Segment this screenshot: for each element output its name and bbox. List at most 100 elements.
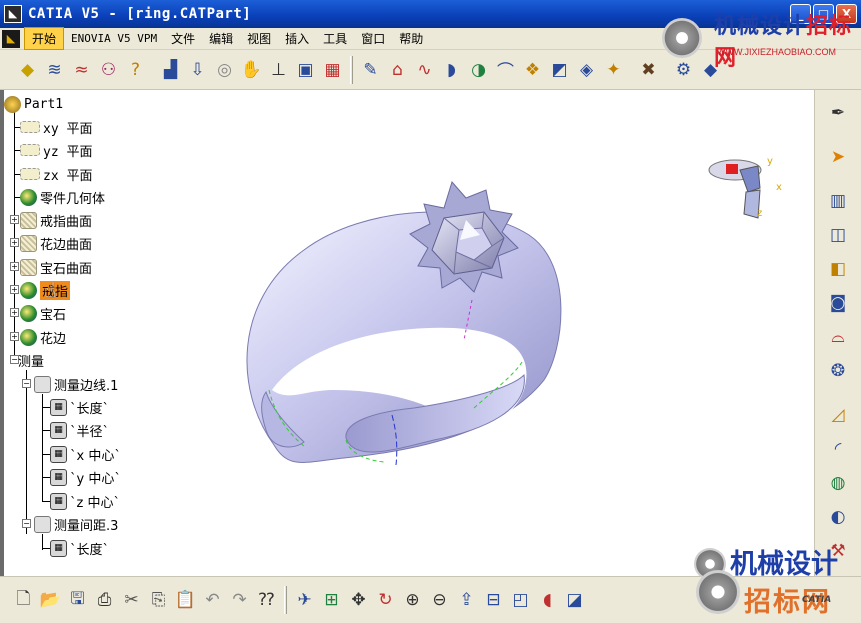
- pan-icon[interactable]: ✥: [346, 586, 371, 614]
- paste-icon[interactable]: 📋: [173, 586, 198, 614]
- tree-item-yz-plane[interactable]: yz 平面: [20, 140, 92, 160]
- render-style-icon[interactable]: ◖: [535, 586, 560, 614]
- merge-tool-icon[interactable]: ⇩: [185, 56, 210, 84]
- undo-icon[interactable]: ↶: [200, 586, 225, 614]
- zoom-out-icon[interactable]: ⊖: [427, 586, 452, 614]
- help-tool-icon[interactable]: ?: [123, 56, 148, 84]
- view-compass[interactable]: y x z: [700, 148, 790, 228]
- menu-window[interactable]: 窗口: [354, 28, 392, 49]
- catia-app-icon[interactable]: ◣: [4, 5, 22, 23]
- tree-item-measure-between[interactable]: 测量间距.3: [34, 514, 118, 534]
- menu-enovia[interactable]: ENOVIA V5 VPM: [64, 30, 164, 47]
- expand-toggle[interactable]: +: [10, 262, 19, 271]
- tree-param-x-center[interactable]: ▦ `x 中心`: [50, 444, 121, 464]
- open-folder-icon[interactable]: 📂: [38, 586, 63, 614]
- sketch-tool-icon[interactable]: ✎: [358, 56, 383, 84]
- shaft-icon[interactable]: ◧: [823, 254, 853, 284]
- body-icon: [20, 188, 37, 206]
- hole-icon[interactable]: ◙: [823, 288, 853, 318]
- normal-view-icon[interactable]: ⇪: [454, 586, 479, 614]
- parameter-icon: ▦: [50, 468, 67, 486]
- document-menu-icon[interactable]: ◣: [2, 29, 20, 48]
- menu-edit[interactable]: 编辑: [202, 28, 240, 49]
- menu-file[interactable]: 文件: [164, 28, 202, 49]
- box-tool-icon[interactable]: ▣: [293, 56, 318, 84]
- rib-icon[interactable]: ⌓: [823, 322, 853, 352]
- save-icon[interactable]: 🖫: [65, 586, 90, 614]
- fill-tool-icon[interactable]: ❖: [520, 56, 545, 84]
- tree-item-gem-surface[interactable]: 宝石曲面: [20, 257, 92, 277]
- tree-param-radius[interactable]: ▦ `半径`: [50, 420, 109, 440]
- offset-tool-icon[interactable]: ◈: [574, 56, 599, 84]
- blend-tool-icon[interactable]: ◩: [547, 56, 572, 84]
- tree-param-y-center[interactable]: ▦ `y 中心`: [50, 467, 121, 487]
- tree-param-between-length[interactable]: ▦ `长度`: [50, 538, 109, 558]
- expand-toggle[interactable]: +: [10, 285, 19, 294]
- shell-icon[interactable]: ◍: [823, 468, 853, 498]
- menu-start[interactable]: 开始: [24, 27, 65, 50]
- tree-param-z-center[interactable]: ▦ `z 中心`: [50, 491, 120, 511]
- tree-item-lace-body[interactable]: 花边: [20, 327, 66, 347]
- fillet-icon[interactable]: ◜: [823, 434, 853, 464]
- structure-tool-icon[interactable]: ▟: [158, 56, 183, 84]
- multi-view-icon[interactable]: ⊟: [481, 586, 506, 614]
- select-arrow-icon[interactable]: ➤: [823, 142, 853, 172]
- collapse-toggle[interactable]: −: [22, 519, 31, 528]
- menu-insert[interactable]: 插入: [278, 28, 316, 49]
- redo-icon[interactable]: ↷: [227, 586, 252, 614]
- fly-mode-icon[interactable]: ✈: [292, 586, 317, 614]
- print-icon[interactable]: ⎙: [92, 586, 117, 614]
- sketcher-icon[interactable]: ✒: [823, 98, 853, 128]
- grid-tool-icon[interactable]: ▦: [320, 56, 345, 84]
- tree-root-part[interactable]: Part1: [4, 94, 63, 114]
- rotate-icon[interactable]: ↻: [373, 586, 398, 614]
- stiffener-icon[interactable]: ❂: [823, 356, 853, 386]
- menu-tools[interactable]: 工具: [316, 28, 354, 49]
- parameter-icon: ▦: [50, 398, 67, 416]
- collapse-toggle[interactable]: −: [22, 379, 31, 388]
- tree-item-part-body[interactable]: 零件几何体: [20, 187, 105, 207]
- extract-tool-icon[interactable]: ✦: [601, 56, 626, 84]
- pad-icon[interactable]: ▥: [823, 186, 853, 216]
- tree-item-xy-plane[interactable]: xy 平面: [20, 117, 92, 137]
- tree-label: 花边曲面: [40, 237, 93, 253]
- thickness-icon[interactable]: ◐: [823, 502, 853, 532]
- draft-icon[interactable]: ◿: [823, 400, 853, 430]
- tree-item-ring-surface[interactable]: 戒指曲面: [20, 210, 92, 230]
- transform-tool-icon[interactable]: ✖: [636, 56, 661, 84]
- whats-this-icon[interactable]: ⁇: [254, 586, 279, 614]
- axis-tool-icon[interactable]: ⊥: [266, 56, 291, 84]
- loft-tool-icon[interactable]: ◑: [466, 56, 491, 84]
- tree-item-gem-body[interactable]: 宝石: [20, 303, 66, 323]
- copy-tool-icon[interactable]: ◎: [212, 56, 237, 84]
- tree-item-lace-surface[interactable]: 花边曲面: [20, 233, 92, 253]
- menu-view[interactable]: 视图: [240, 28, 278, 49]
- expand-toggle[interactable]: +: [10, 238, 19, 247]
- surface-tool-icon[interactable]: ⌒: [493, 56, 518, 84]
- tree-item-zx-plane[interactable]: zx 平面: [20, 164, 92, 184]
- tree-param-length[interactable]: ▦ `长度`: [50, 397, 109, 417]
- extrude-tool-icon[interactable]: ⌂: [385, 56, 410, 84]
- wave-tool-icon[interactable]: ∿: [412, 56, 437, 84]
- copy-icon[interactable]: ⎘: [146, 586, 171, 614]
- zoom-in-icon[interactable]: ⊕: [400, 586, 425, 614]
- sweep-tool-icon[interactable]: ◗: [439, 56, 464, 84]
- iso-view-icon[interactable]: ◰: [508, 586, 533, 614]
- pocket-icon[interactable]: ◫: [823, 220, 853, 250]
- hand-tool-icon[interactable]: ✋: [239, 56, 264, 84]
- tree-item-measure[interactable]: 测量: [18, 350, 44, 370]
- expand-toggle[interactable]: +: [10, 215, 19, 224]
- new-file-icon[interactable]: 🗋: [11, 586, 36, 614]
- tree-item-measure-edge[interactable]: 测量边线.1: [34, 374, 118, 394]
- cut-icon[interactable]: ✂: [119, 586, 144, 614]
- expand-toggle[interactable]: +: [10, 332, 19, 341]
- robot-tool-icon[interactable]: ⚇: [96, 56, 121, 84]
- expand-toggle[interactable]: +: [10, 308, 19, 317]
- tree-label: `长度`: [70, 401, 110, 417]
- spring-tool-icon[interactable]: ≋: [42, 56, 67, 84]
- point-tool-icon[interactable]: ◆: [15, 56, 40, 84]
- hide-show-icon[interactable]: ◪: [562, 586, 587, 614]
- fit-all-icon[interactable]: ⊞: [319, 586, 344, 614]
- helix-tool-icon[interactable]: ≈: [69, 56, 94, 84]
- menu-help[interactable]: 帮助: [392, 28, 430, 49]
